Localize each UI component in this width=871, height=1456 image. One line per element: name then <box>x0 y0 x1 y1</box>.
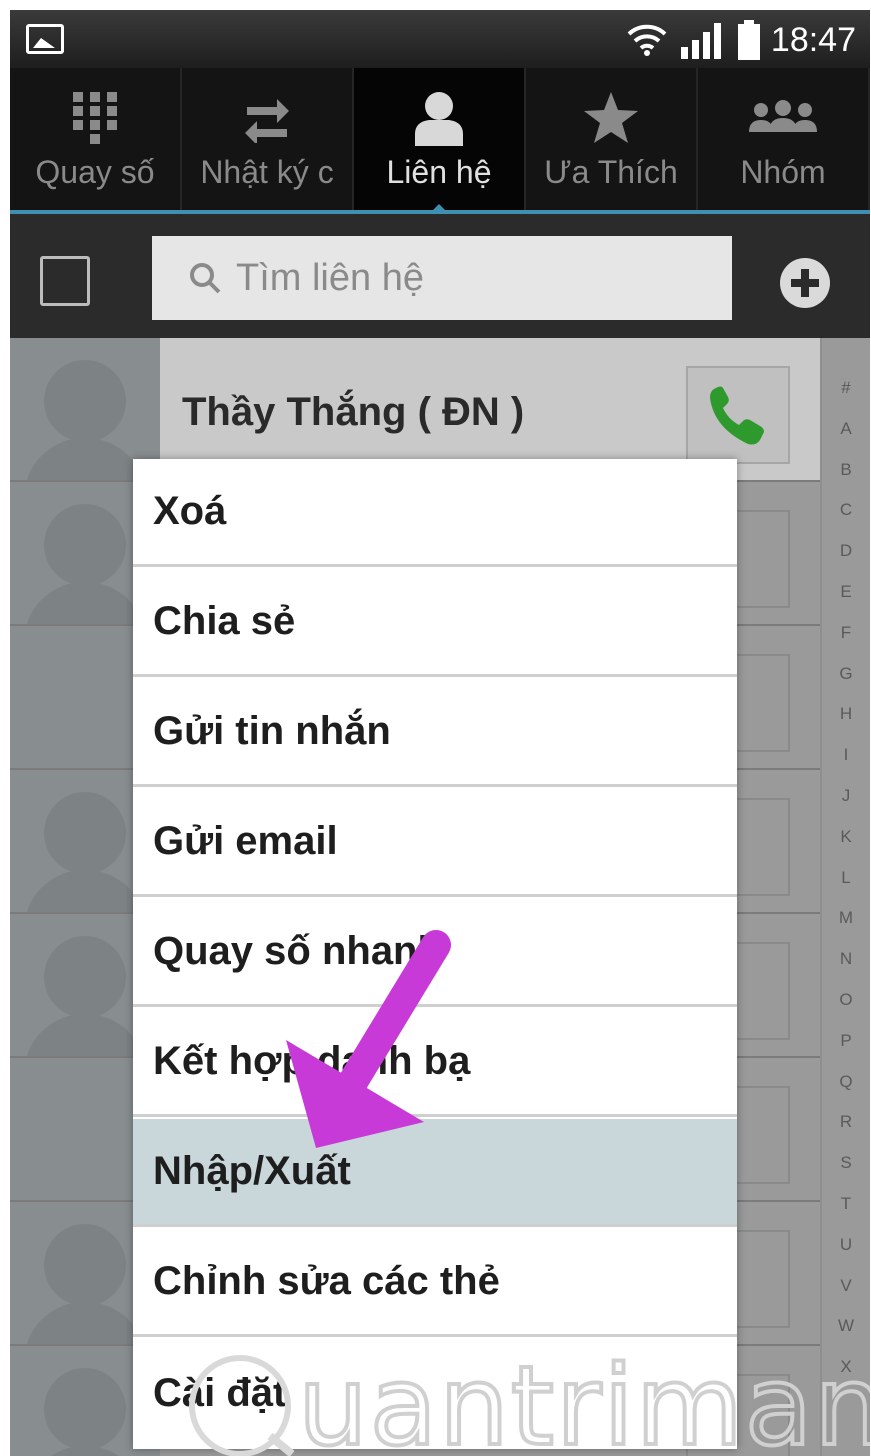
groups-icon <box>747 88 819 148</box>
alphabet-index-letter[interactable]: D <box>840 531 852 572</box>
signal-icon <box>680 23 721 59</box>
tab-label: Liên hệ <box>386 153 492 190</box>
qr-scan-icon[interactable] <box>40 256 90 306</box>
tab-call-log[interactable]: Nhật ký c <box>182 68 354 210</box>
menu-item[interactable]: Kết hợp danh bạ <box>133 1009 737 1117</box>
alphabet-index-letter[interactable]: S <box>840 1143 851 1184</box>
alphabet-index-letter[interactable]: U <box>840 1225 852 1266</box>
phone-icon <box>710 386 764 445</box>
star-icon <box>582 88 640 148</box>
alphabet-index-letter[interactable]: B <box>840 450 851 491</box>
alphabet-index-letter[interactable]: K <box>840 817 851 858</box>
alphabet-index-letter[interactable]: G <box>839 654 852 695</box>
tab-label: Nhóm <box>740 153 826 190</box>
alphabet-index[interactable]: # A B C D E F G H I J K L M N O P Q R S T U V W X <box>822 338 870 1456</box>
menu-item[interactable]: Nhập/Xuất <box>133 1119 737 1227</box>
wifi-icon <box>627 24 667 56</box>
add-contact-icon[interactable] <box>780 258 830 308</box>
contacts-icon <box>411 88 467 148</box>
context-menu: Xoá Chia sẻ Gửi tin nhắn Gửi email Quay số n… <box>133 459 737 1449</box>
search-field[interactable] <box>152 236 732 320</box>
alphabet-index-letter[interactable]: W <box>838 1306 854 1347</box>
menu-item[interactable]: Gửi email <box>133 789 737 897</box>
alphabet-index-letter[interactable]: J <box>842 776 851 817</box>
tab-dialer[interactable]: Quay số <box>10 68 182 210</box>
alphabet-index-letter[interactable]: E <box>840 572 851 613</box>
status-icons: 18:47 <box>625 18 856 62</box>
tab-label: Nhật ký c <box>200 153 334 190</box>
call-log-icon <box>243 88 291 148</box>
alphabet-index-letter[interactable]: P <box>840 1021 851 1062</box>
alphabet-index-letter[interactable]: Q <box>839 1062 852 1103</box>
search-row <box>10 218 870 338</box>
alphabet-index-letter[interactable]: O <box>839 980 852 1021</box>
alphabet-index-letter[interactable]: F <box>841 613 851 654</box>
tab-label: Quay số <box>35 153 155 190</box>
menu-item[interactable]: Xoá <box>133 459 737 567</box>
alphabet-index-letter[interactable]: R <box>840 1102 852 1143</box>
alphabet-index-letter[interactable]: A <box>840 409 851 450</box>
alphabet-index-letter[interactable]: X <box>840 1347 851 1388</box>
alphabet-index-letter[interactable]: T <box>841 1184 851 1225</box>
tab-groups[interactable]: Nhóm <box>698 68 870 210</box>
alphabet-index-letter[interactable]: I <box>844 735 849 776</box>
alphabet-index-letter[interactable]: H <box>840 694 852 735</box>
status-bar: 18:47 <box>10 10 870 68</box>
tab-label: Ưa Thích <box>544 153 678 190</box>
tab-contacts[interactable]: Liên hệ <box>354 68 526 214</box>
menu-item[interactable]: Cài đặt <box>133 1339 737 1447</box>
clock: 18:47 <box>770 20 856 59</box>
search-input[interactable] <box>236 256 696 300</box>
alphabet-index-letter[interactable]: C <box>840 490 852 531</box>
gallery-icon <box>26 24 64 54</box>
alphabet-index-letter[interactable]: N <box>840 939 852 980</box>
dialpad-icon <box>71 88 119 148</box>
menu-item[interactable]: Gửi tin nhắn <box>133 679 737 787</box>
alphabet-index-letter[interactable]: L <box>841 858 850 899</box>
alphabet-index-letter[interactable]: # <box>841 368 850 409</box>
call-button[interactable] <box>686 366 790 464</box>
alphabet-index-letter[interactable]: M <box>839 898 853 939</box>
menu-item[interactable]: Chỉnh sửa các thẻ <box>133 1229 737 1337</box>
battery-icon <box>737 20 760 60</box>
menu-item[interactable]: Quay số nhanh <box>133 899 737 1007</box>
tab-bar: Quay số Nhật ký c Liên hệ Ưa Thích Nhóm <box>10 68 870 214</box>
contact-name: Thầy Thắng ( ĐN ) <box>182 390 525 434</box>
search-icon <box>190 263 221 294</box>
tab-favorites[interactable]: Ưa Thích <box>526 68 698 210</box>
menu-item[interactable]: Chia sẻ <box>133 569 737 677</box>
alphabet-index-letter[interactable]: V <box>840 1266 851 1307</box>
